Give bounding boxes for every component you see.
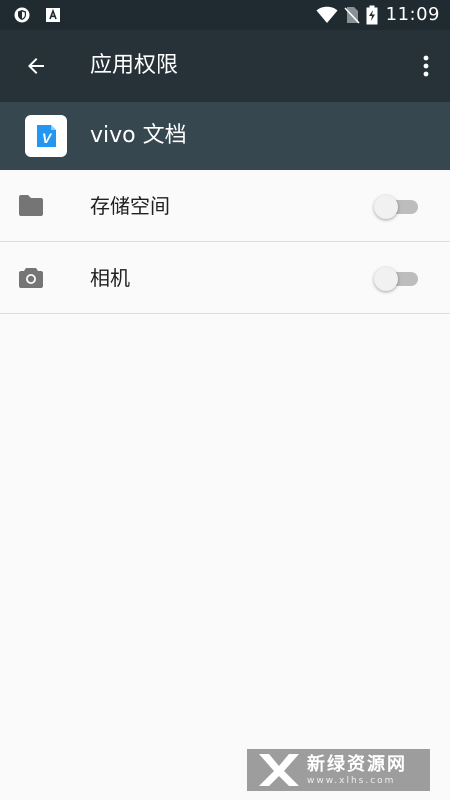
permission-label: 相机 — [90, 266, 130, 290]
watermark: 新绿资源网 www.xlhs.com — [247, 749, 430, 791]
permission-row-camera[interactable]: 相机 — [0, 242, 450, 314]
page-title: 应用权限 — [90, 53, 179, 78]
permission-list: 存储空间 相机 — [0, 170, 450, 314]
app-header: V vivo 文档 — [0, 102, 450, 170]
no-sim-icon — [344, 7, 360, 24]
watermark-title: 新绿资源网 — [307, 753, 407, 775]
back-button[interactable] — [16, 46, 56, 86]
arrow-back-icon — [28, 58, 44, 74]
wifi-icon — [316, 6, 338, 24]
camera-icon — [19, 268, 43, 288]
storage-permission-toggle[interactable] — [374, 195, 418, 219]
switch-thumb — [374, 195, 398, 219]
more-vert-icon — [423, 55, 429, 77]
app-name: vivo 文档 — [90, 123, 187, 148]
a-notification-icon — [46, 8, 60, 22]
status-time: 11:09 — [385, 4, 440, 25]
app-bar: 应用权限 — [0, 30, 450, 102]
permission-label: 存储空间 — [90, 194, 170, 218]
watermark-url: www.xlhs.com — [307, 775, 396, 786]
watermark-text: 新绿资源网 www.xlhs.com — [307, 754, 407, 787]
vivo-docs-logo-icon: V — [37, 125, 56, 147]
battery-charging-icon — [366, 5, 378, 25]
folder-icon — [19, 195, 43, 216]
switch-thumb — [374, 267, 398, 291]
permission-row-storage[interactable]: 存储空间 — [0, 170, 450, 242]
overflow-menu-button[interactable] — [412, 46, 440, 86]
vpn-shield-icon — [14, 7, 30, 23]
status-icons: 11:09 — [316, 0, 440, 30]
camera-permission-toggle[interactable] — [374, 267, 418, 291]
watermark-logo-icon — [259, 754, 299, 786]
status-bar: 11:09 — [0, 0, 450, 30]
vivo-docs-app-icon: V — [25, 115, 67, 157]
